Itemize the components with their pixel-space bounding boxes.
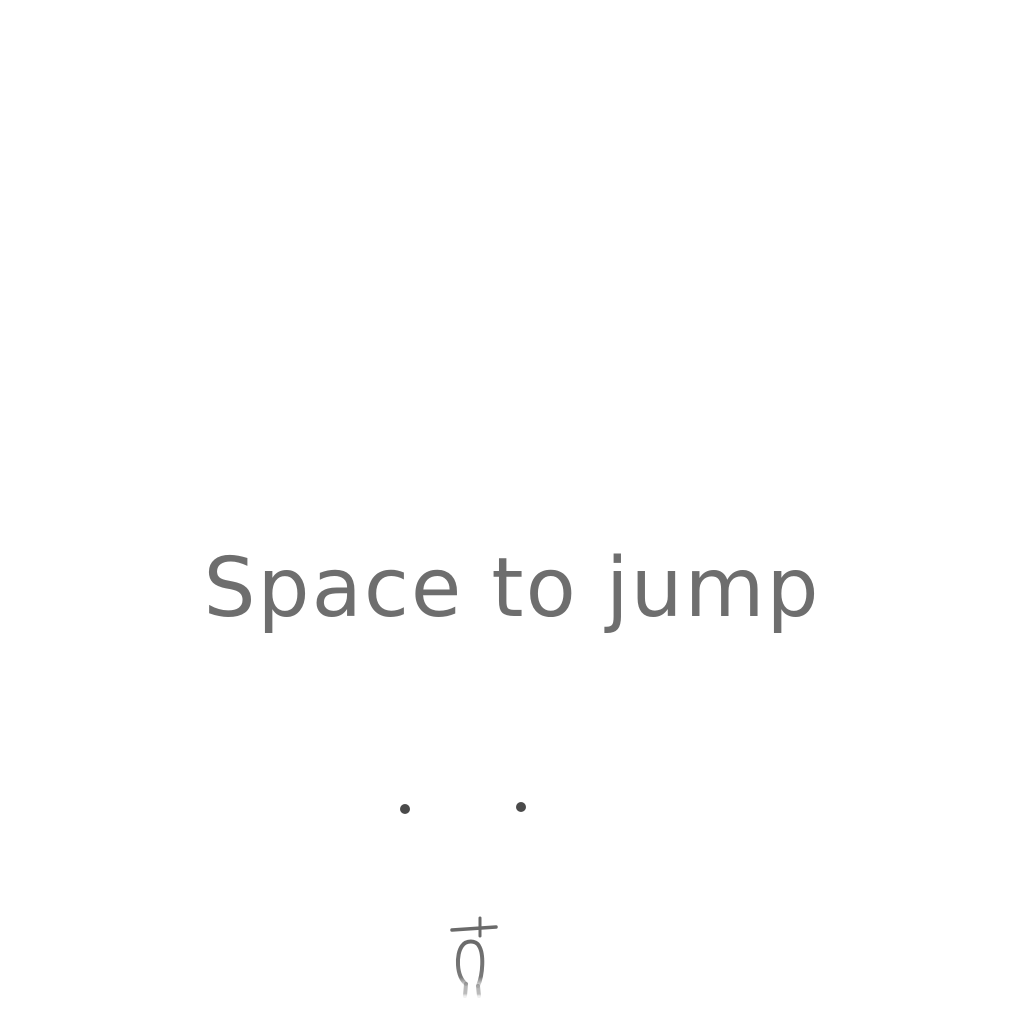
game-canvas[interactable]: Space to jump bbox=[0, 0, 1024, 1024]
obstacle-dot-left bbox=[400, 804, 410, 814]
jump-instruction-text: Space to jump bbox=[203, 541, 821, 636]
obstacle-dot-right bbox=[516, 802, 526, 812]
stick-player-icon bbox=[450, 916, 498, 998]
